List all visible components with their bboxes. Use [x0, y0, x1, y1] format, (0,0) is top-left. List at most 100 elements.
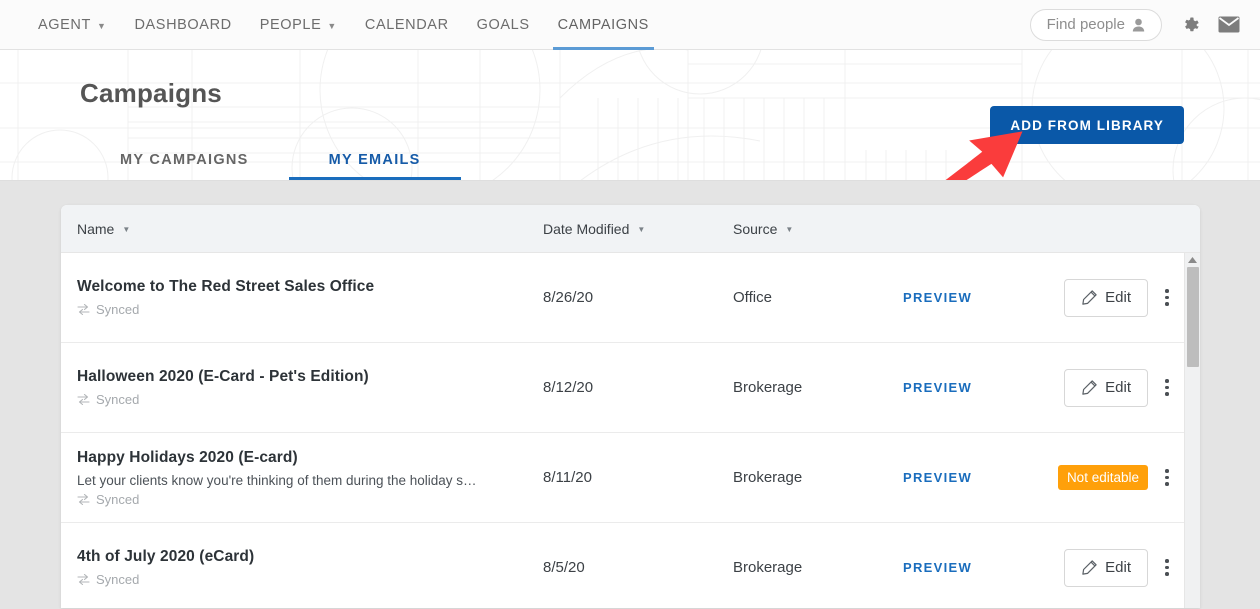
envelope-icon[interactable]: [1218, 16, 1240, 33]
page-title: Campaigns: [80, 78, 222, 108]
tab-my-campaigns[interactable]: MY CAMPAIGNS: [80, 152, 289, 180]
sort-caret-icon: ▼: [785, 225, 794, 234]
sync-status-label: Synced: [96, 302, 140, 317]
nav-item-dashboard[interactable]: DASHBOARD: [120, 0, 245, 50]
nav-item-goals[interactable]: GOALS: [463, 0, 544, 50]
cell-source: Brokerage: [733, 559, 803, 576]
cell-preview: PREVIEW: [903, 289, 1043, 307]
table-header-row: Name ▼ Date Modified ▼ Source ▼: [61, 205, 1200, 253]
cell-date-modified: 8/5/20: [543, 559, 585, 576]
edit-button[interactable]: Edit: [1064, 278, 1148, 317]
nav-item-label: CALENDAR: [364, 16, 449, 33]
cell-preview: PREVIEW: [903, 379, 1043, 397]
column-header-source-label: Source: [733, 220, 778, 237]
sync-status-label: Synced: [96, 491, 140, 507]
nav-item-agent[interactable]: AGENT ▼: [24, 0, 120, 50]
tab-label: MY EMAILS: [328, 152, 421, 168]
cell-actions: Edit: [1043, 368, 1200, 407]
edit-button-label: Edit: [1105, 559, 1131, 576]
sync-status-label: Synced: [96, 572, 140, 587]
sync-icon: [77, 574, 90, 585]
nav-item-people[interactable]: PEOPLE ▼: [246, 0, 351, 50]
sync-status: Synced: [77, 572, 543, 587]
sync-status: Synced: [77, 392, 543, 407]
cell-date-modified: 8/11/20: [543, 469, 592, 486]
chevron-down-icon: ▼: [327, 20, 337, 31]
emails-list: Welcome to The Red Street Sales Office Sy…: [61, 253, 1200, 608]
sync-icon: [77, 394, 90, 405]
cell-source: Office: [733, 289, 772, 306]
row-overflow-menu-icon[interactable]: [1156, 375, 1178, 400]
table-row[interactable]: Happy Holidays 2020 (E-card) Let your cli…: [61, 433, 1200, 523]
table-row[interactable]: Welcome to The Red Street Sales Office Sy…: [61, 253, 1200, 343]
cell-preview: PREVIEW: [903, 469, 1043, 487]
tab-label: MY CAMPAIGNS: [120, 152, 249, 168]
cell-actions: Not editable: [1043, 465, 1200, 490]
row-overflow-menu-icon[interactable]: [1156, 285, 1178, 310]
nav-item-campaigns[interactable]: CAMPAIGNS: [544, 0, 663, 50]
nav-item-label: DASHBOARD: [134, 16, 232, 33]
cell-actions: Edit: [1043, 548, 1200, 587]
emails-table-card: Name ▼ Date Modified ▼ Source ▼ Welcome …: [61, 205, 1200, 608]
nav-item-label: AGENT: [38, 16, 91, 33]
cell-actions: Edit: [1043, 278, 1200, 317]
find-people-label: Find people: [1046, 16, 1125, 33]
preview-link[interactable]: PREVIEW: [903, 470, 972, 485]
row-overflow-menu-icon[interactable]: [1156, 465, 1178, 490]
edit-button[interactable]: Edit: [1064, 548, 1148, 587]
cell-name: Halloween 2020 (E-Card - Pet's Edition) S…: [77, 368, 543, 407]
gear-icon[interactable]: [1180, 15, 1200, 35]
not-editable-badge: Not editable: [1057, 465, 1148, 490]
email-title[interactable]: Halloween 2020 (E-Card - Pet's Edition): [77, 368, 543, 386]
person-icon: [1132, 18, 1145, 32]
sort-caret-icon: ▼: [637, 225, 646, 234]
sync-icon: [77, 304, 90, 315]
sort-caret-icon: ▼: [122, 225, 131, 234]
cell-date-modified: 8/12/20: [543, 379, 594, 396]
nav-item-calendar[interactable]: CALENDAR: [351, 0, 463, 50]
hero-tabs: MY CAMPAIGNS MY EMAILS: [80, 152, 461, 180]
sync-status: Synced: [77, 302, 543, 317]
column-header-date-modified[interactable]: Date Modified ▼: [543, 221, 733, 237]
row-overflow-menu-icon[interactable]: [1156, 555, 1178, 580]
edit-button[interactable]: Edit: [1064, 368, 1148, 407]
nav-item-label: GOALS: [476, 16, 530, 33]
pencil-icon: [1081, 379, 1097, 396]
chevron-down-icon: ▼: [96, 20, 107, 31]
table-row[interactable]: Halloween 2020 (E-Card - Pet's Edition) S…: [61, 343, 1200, 433]
cell-source: Brokerage: [733, 379, 803, 396]
column-header-source[interactable]: Source ▼: [733, 221, 903, 237]
preview-link[interactable]: PREVIEW: [903, 290, 972, 305]
content-area: Name ▼ Date Modified ▼ Source ▼ Welcome …: [0, 181, 1260, 608]
sync-status-label: Synced: [96, 392, 140, 407]
pencil-icon: [1081, 559, 1097, 576]
sync-icon: [77, 493, 90, 505]
email-description: Let your clients know you're thinking of…: [77, 472, 477, 488]
preview-link[interactable]: PREVIEW: [903, 560, 972, 575]
email-title[interactable]: Happy Holidays 2020 (E-card): [77, 449, 543, 467]
preview-link[interactable]: PREVIEW: [903, 380, 972, 395]
nav-right-actions: Find people: [1029, 8, 1260, 41]
email-title[interactable]: 4th of July 2020 (eCard): [77, 548, 543, 566]
top-navigation-bar: AGENT ▼ DASHBOARD PEOPLE ▼ CALENDAR GOALS CAMPA…: [0, 0, 1260, 50]
email-title[interactable]: Welcome to The Red Street Sales Office: [77, 278, 543, 296]
cell-date-modified: 8/26/20: [543, 289, 594, 306]
page-hero: Campaigns MY CAMPAIGNS MY EMAILS ADD FROM…: [0, 50, 1260, 181]
scrollbar-thumb[interactable]: [1187, 267, 1199, 367]
column-header-name-label: Name: [77, 220, 115, 237]
scrollbar-up-arrow-icon[interactable]: [1185, 253, 1200, 267]
add-from-library-button[interactable]: ADD FROM LIBRARY: [990, 106, 1184, 144]
cell-name: 4th of July 2020 (eCard) Synced: [77, 548, 543, 587]
cell-name: Welcome to The Red Street Sales Office Sy…: [77, 278, 543, 317]
edit-button-label: Edit: [1105, 289, 1131, 306]
cell-name: Happy Holidays 2020 (E-card) Let your cli…: [77, 449, 543, 507]
find-people-search[interactable]: Find people: [1029, 8, 1162, 41]
pencil-icon: [1081, 289, 1097, 306]
main-nav-items: AGENT ▼ DASHBOARD PEOPLE ▼ CALENDAR GOALS CAMPA…: [0, 0, 663, 50]
cell-source: Brokerage: [733, 469, 803, 486]
tab-my-emails[interactable]: MY EMAILS: [288, 152, 461, 180]
column-header-name[interactable]: Name ▼: [61, 221, 543, 237]
sync-status: Synced: [77, 492, 543, 507]
table-row[interactable]: 4th of July 2020 (eCard) Synced 8/5/20 Brok…: [61, 523, 1200, 608]
table-scrollbar[interactable]: [1184, 253, 1200, 608]
